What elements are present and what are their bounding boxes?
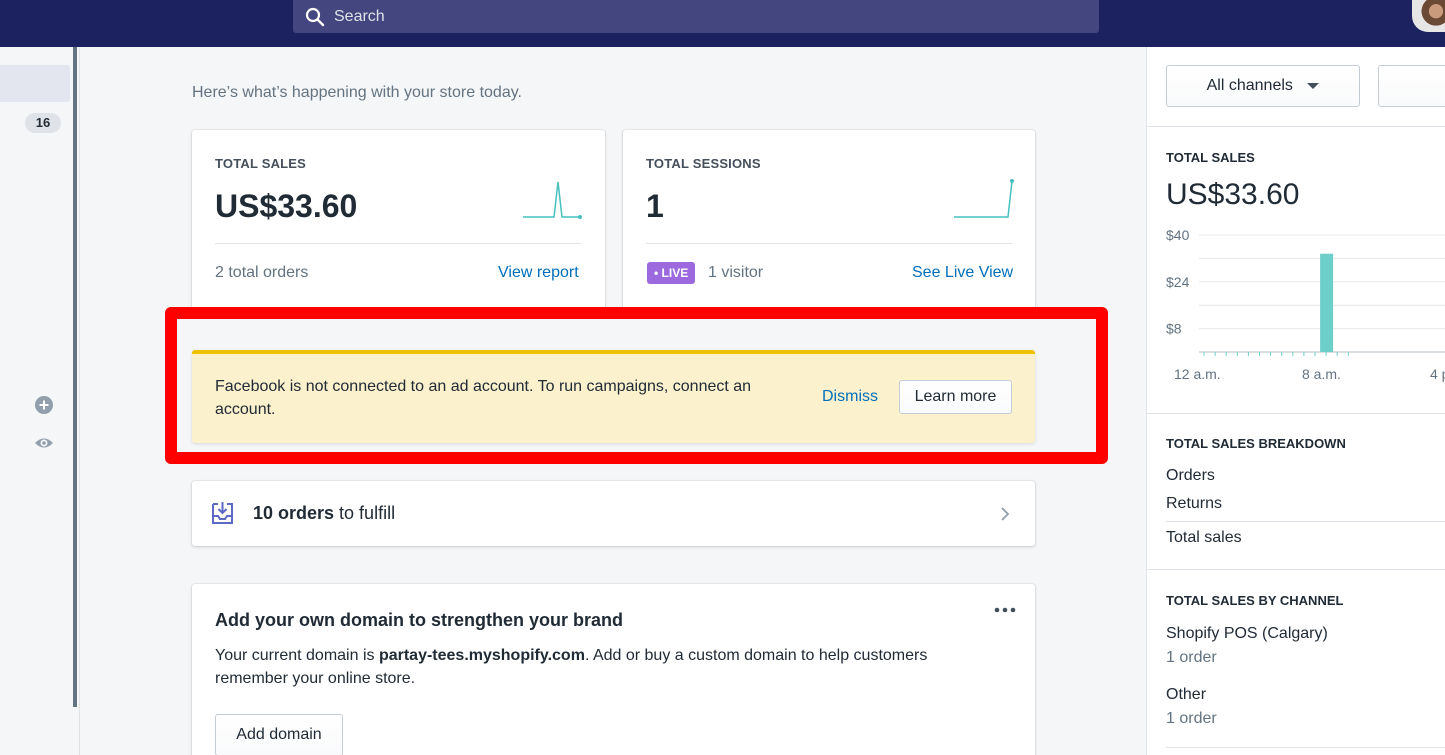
chart-y-tick-label: $40	[1166, 227, 1190, 243]
sales-sparkline	[523, 181, 582, 219]
sidebar-selected-item[interactable]	[0, 65, 70, 102]
channel-name: Shopify POS (Calgary)	[1166, 625, 1328, 642]
domain-card-body: Your current domain is partay-tees.mysho…	[215, 644, 975, 690]
date-range-button[interactable]	[1378, 65, 1445, 107]
divider	[1147, 126, 1445, 127]
total-sales-label: TOTAL SALES	[215, 156, 307, 171]
search-icon	[305, 7, 325, 26]
view-report-link[interactable]: View report	[498, 264, 579, 282]
page-subtitle: Here’s what’s happening with your store …	[192, 84, 522, 101]
divider	[646, 243, 1012, 244]
eye-icon[interactable]	[34, 433, 54, 453]
breakdown-label: TOTAL SALES BREAKDOWN	[1166, 436, 1346, 451]
visitor-count: 1 visitor	[708, 264, 764, 281]
avatar[interactable]	[1412, 0, 1445, 32]
search-bar[interactable]: Search	[293, 0, 1099, 33]
see-live-view-link[interactable]: See Live View	[912, 264, 1013, 282]
divider	[215, 243, 581, 244]
total-sales-card: TOTAL SALES US$33.60 2 total orders View…	[192, 130, 605, 310]
add-domain-card: Add your own domain to strengthen your b…	[192, 584, 1035, 755]
chart-x-tick-label: 12 a.m.	[1174, 366, 1221, 382]
sidebar-scrollbar[interactable]	[73, 47, 77, 707]
caret-down-icon	[1307, 82, 1320, 89]
right-panel: All channels TOTAL SALES US$33.60 $40 $24…	[1146, 47, 1445, 755]
total-sessions-label: TOTAL SESSIONS	[646, 156, 761, 171]
more-options-icon[interactable]	[994, 606, 1016, 614]
add-domain-button[interactable]: Add domain	[215, 714, 343, 755]
inbox-download-icon	[212, 502, 233, 524]
chevron-right-icon	[1001, 507, 1010, 521]
chart-x-tick-label: 4 p	[1430, 366, 1445, 382]
channel-name: Other	[1166, 686, 1207, 703]
chart-bar[interactable]	[1320, 253, 1334, 352]
by-channel-label: TOTAL SALES BY CHANNEL	[1166, 593, 1344, 608]
domain-card-title: Add your own domain to strengthen your b…	[215, 610, 623, 630]
breakdown-orders: Orders	[1166, 467, 1215, 484]
sales-over-time-chart: $40 $24 $8 12 a.m. 8 a.m. 4 p	[1166, 227, 1445, 382]
divider	[1166, 747, 1445, 748]
right-total-sales-label: TOTAL SALES	[1166, 150, 1255, 165]
breakdown-returns: Returns	[1166, 495, 1223, 512]
orders-suffix: to fulfill	[334, 503, 396, 523]
top-bar: Search	[0, 0, 1445, 47]
total-orders-text: 2 total orders	[215, 264, 309, 281]
live-badge: • LIVE	[647, 262, 696, 284]
sessions-sparkline	[954, 179, 1014, 218]
breakdown-total-sales: Total sales	[1166, 529, 1242, 546]
orders-to-fulfill-card[interactable]: 10 orders to fulfill	[192, 481, 1035, 546]
chart-y-tick-label: $8	[1166, 321, 1182, 337]
orders-to-fulfill-text: 10 orders to fulfill	[253, 503, 395, 524]
total-sessions-card: TOTAL SESSIONS 1 • LIVE 1 visitor See Li…	[623, 130, 1035, 310]
sidebar-count-badge: 16	[25, 113, 61, 133]
channel-orders: 1 order	[1166, 649, 1217, 666]
add-circle-icon[interactable]	[34, 395, 54, 415]
current-domain: partay-tees.myshopify.com	[378, 647, 585, 664]
sidebar: 16	[0, 47, 80, 755]
chart-x-tick-label: 8 a.m.	[1302, 366, 1341, 382]
divider	[1147, 569, 1445, 570]
total-sales-value: US$33.60	[215, 188, 358, 224]
channel-select-label: All channels	[1206, 77, 1293, 94]
highlight-frame	[165, 307, 1108, 464]
total-sessions-value: 1	[646, 188, 664, 224]
search-placeholder: Search	[334, 7, 385, 25]
channel-select[interactable]: All channels	[1166, 65, 1360, 107]
channel-orders: 1 order	[1166, 710, 1217, 727]
domain-body-prefix: Your current domain is	[215, 647, 379, 664]
right-total-sales-value: US$33.60	[1166, 178, 1300, 211]
chart-y-tick-label: $24	[1166, 274, 1190, 290]
orders-count: 10 orders	[253, 503, 335, 523]
divider	[1147, 413, 1445, 414]
divider	[1166, 521, 1445, 522]
